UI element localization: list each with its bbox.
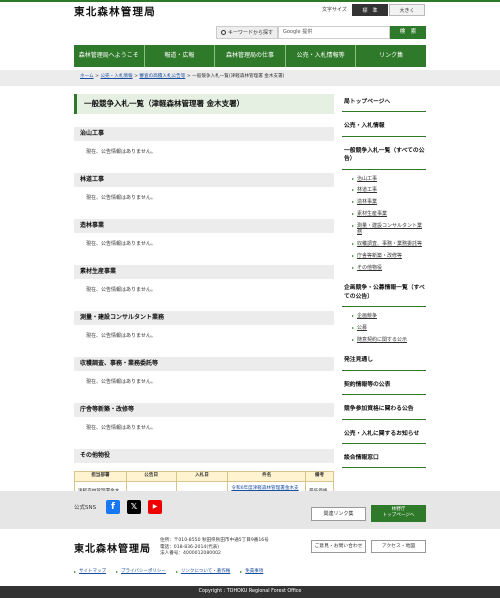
font-size-label: 文字サイズ: [322, 7, 347, 13]
no-info-text: 現在、公告情報はありません。: [86, 379, 156, 385]
sns-label: 公式SNS: [74, 505, 97, 511]
sidebar-item-timber[interactable]: 素材生産事業: [352, 211, 426, 218]
breadcrumb-notices[interactable]: 審査の高積入札公告等: [139, 74, 185, 79]
col-bid-date: 入札日: [175, 471, 229, 482]
global-nav: 森林管理局へようこそ 報道・広報 森林管理局の仕事 公売・入札情報等 リンク集: [74, 45, 426, 67]
sidebar-item-afforestation[interactable]: 造林事業: [352, 199, 426, 206]
access-map-button[interactable]: アクセス・地図: [371, 540, 426, 553]
gnav-item-links[interactable]: リンク集: [356, 45, 426, 67]
table-header-row: 担当部署 公告日 入札日 件名 備考: [74, 471, 334, 482]
search-label: キーワードから探す: [216, 26, 278, 39]
sidebar-link-top[interactable]: 局トップページへ: [342, 94, 426, 113]
page-title: 一般競争入札一覧（津軽森林管理署 金木支署）: [74, 94, 334, 114]
forestry-agency-top-button[interactable]: 林野庁 トップページへ: [371, 505, 426, 522]
section-afforestation: 造林事業 現在、公告情報はありません。: [74, 219, 334, 252]
sidebar-link-planning[interactable]: 企画競争・公募情報一覧（すべての公告）: [342, 280, 426, 308]
no-info-text: 現在、公告情報はありません。: [86, 195, 156, 201]
sidebar-item-public-offer[interactable]: 公募: [352, 325, 426, 332]
sidebar-link-bids[interactable]: 公売・入札情報: [342, 118, 426, 137]
sidebar-item-road[interactable]: 林道工事: [352, 187, 426, 194]
sidebar-link-qualification[interactable]: 競争参加資格に関わる公告: [342, 401, 426, 420]
sidebar-link-window[interactable]: 談合情報窓口: [342, 450, 426, 469]
sidebar-item-erosion[interactable]: 治山工事: [352, 176, 426, 183]
sidebar-link-notices[interactable]: 公売・入札に関するお知らせ: [342, 426, 426, 444]
no-info-text: 現在、公告情報はありません。: [86, 333, 156, 339]
section-survey: 測量・建設コンサルタント業務 現在、公告情報はありません。: [74, 311, 334, 344]
gnav-item-work[interactable]: 森林管理局の仕事: [215, 45, 286, 67]
font-size-large-button[interactable]: 大きく: [389, 4, 425, 16]
section-erosion-works: 治山工事 現在、公告情報はありません。: [74, 127, 334, 160]
corp-number-line: 法人番号：4000012080002: [160, 551, 221, 557]
footer-link-privacy[interactable]: プライバシーポリシー: [116, 569, 166, 575]
col-notice-date: 公告日: [125, 471, 177, 482]
x-icon[interactable]: 𝕏: [127, 500, 141, 514]
section-timber: 素材生産事業 現在、公告情報はありません。: [74, 265, 334, 298]
col-note: 備考: [305, 471, 334, 482]
copyright: Copyright : TOHOKU Regional Forest Offic…: [0, 586, 500, 598]
gnav-item-bids[interactable]: 公売・入札情報等: [286, 45, 357, 67]
breadcrumb-current: 一般競争入札一覧(津軽森林管理署 金木支署): [192, 74, 285, 79]
search-button[interactable]: 検 索: [390, 26, 426, 39]
section-building: 庁舎等新築・改修等 現在、公告情報はありません。: [74, 403, 334, 436]
footer-links: サイトマップ プライバシーポリシー リンクについて・著作権 免責事項: [74, 569, 273, 575]
no-info-text: 現在、公告情報はありません。: [86, 241, 156, 247]
sidebar-item-harvest[interactable]: 収穫調査、事務・業務委託等: [352, 241, 426, 248]
col-dept: 担当部署: [74, 471, 127, 482]
section-heading: 素材生産事業: [74, 265, 334, 279]
footer-link-sitemap[interactable]: サイトマップ: [74, 569, 106, 575]
sidebar-link-contracts[interactable]: 契約情報等の公表: [342, 377, 426, 396]
section-harvest: 収穫調査、事務・業務委託等 現在、公告情報はありません。: [74, 357, 334, 390]
no-info-text: 現在、公告情報はありません。: [86, 425, 156, 431]
section-forest-road: 林道工事 現在、公告情報はありません。: [74, 173, 334, 206]
footer-link-disclaimer[interactable]: 免責事項: [240, 569, 263, 575]
breadcrumb-home[interactable]: ホーム: [80, 74, 94, 79]
contact-button[interactable]: ご意見・お問い合わせ: [311, 540, 366, 553]
search-bar: キーワードから探す Google 提供 検 索: [216, 26, 426, 39]
breadcrumb-bids[interactable]: 公売・入札情報: [100, 74, 132, 79]
related-links-button[interactable]: 関連リンク集: [311, 507, 366, 521]
section-heading-other: その他物役: [74, 449, 334, 463]
sidebar-link-outlook[interactable]: 発注見通し: [342, 352, 426, 371]
top-accent-line: [0, 0, 500, 2]
no-info-text: 現在、公告情報はありません。: [86, 149, 156, 155]
address-line: 住所：〒010-8550 秋田県秋田市中通5丁目9番16号: [160, 538, 269, 543]
footer-logo: 東北森林管理局: [74, 544, 151, 555]
sidebar-general-list: 治山工事 林道工事 造林事業 素材生産事業 測量・建設コンサルタント業務 収穫調…: [342, 170, 426, 281]
section-heading: 造林事業: [74, 219, 334, 233]
main-content: 一般競争入札一覧（津軽森林管理署 金木支署） 治山工事 現在、公告情報はありませ…: [74, 94, 334, 509]
sidebar-item-building[interactable]: 庁舎等新築・改修等: [352, 253, 426, 260]
search-icon: [221, 30, 226, 35]
section-heading: 治山工事: [74, 127, 334, 141]
search-label-text: キーワードから探す: [228, 30, 274, 36]
facebook-icon[interactable]: f: [106, 500, 120, 514]
sidebar-planning-list: 企画競争 公募 随意契約に関する公示: [342, 307, 426, 352]
site-logo[interactable]: 東北森林管理局: [74, 5, 156, 19]
section-heading: 林道工事: [74, 173, 334, 187]
section-heading: 測量・建設コンサルタント業務: [74, 311, 334, 325]
col-subject: 件名: [227, 471, 307, 482]
gnav-item-press[interactable]: 報道・広報: [145, 45, 216, 67]
sidebar-item-planning-competition[interactable]: 企画競争: [352, 313, 426, 320]
footer-link-copyright[interactable]: リンクについて・著作権: [175, 569, 230, 575]
no-info-text: 現在、公告情報はありません。: [86, 287, 156, 293]
search-input[interactable]: Google 提供: [278, 26, 390, 39]
section-heading: 収穫調査、事務・業務委託等: [74, 357, 334, 371]
font-size-standard-button[interactable]: 標 準: [352, 4, 388, 16]
sidebar-link-all-general[interactable]: 一般競争入札一覧（すべての公告）: [342, 143, 426, 170]
youtube-icon[interactable]: ▶: [148, 500, 162, 514]
sidebar-item-other[interactable]: その他物役: [352, 265, 426, 272]
forestry-agency-top-label: トップページへ: [382, 512, 415, 518]
breadcrumb: ホーム > 公売・入札情報 > 審査の高積入札公告等 > 一般競争入札一覧(津軽…: [80, 74, 284, 80]
sidebar-item-private-contract[interactable]: 随意契約に関する公示: [352, 337, 426, 344]
sidebar: 局トップページへ 公売・入札情報 一般競争入札一覧（すべての公告） 治山工事 林…: [342, 94, 426, 469]
sidebar-item-survey[interactable]: 測量・建設コンサルタント業務: [352, 223, 426, 237]
gnav-item-welcome[interactable]: 森林管理局へようこそ: [74, 45, 145, 67]
footer-address: 住所：〒010-8550 秋田県秋田市中通5丁目9番16号 電話：018-836…: [160, 538, 269, 558]
section-heading: 庁舎等新築・改修等: [74, 403, 334, 417]
